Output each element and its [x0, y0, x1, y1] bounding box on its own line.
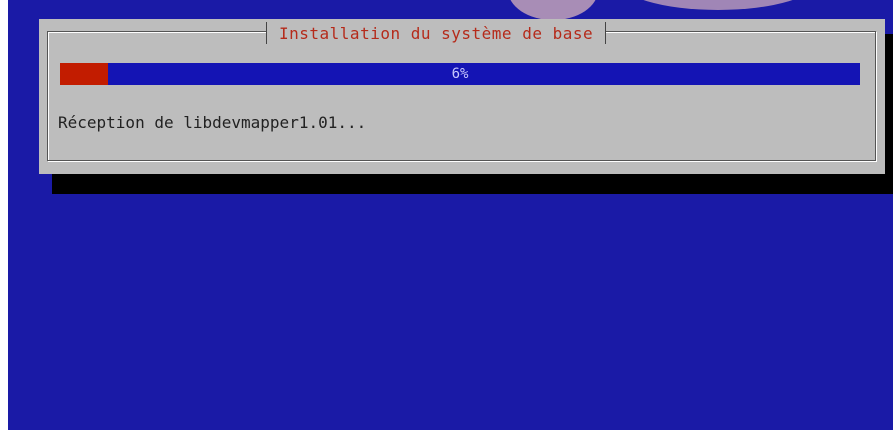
background-artwork [508, 0, 598, 20]
dialog-frame [47, 31, 876, 161]
background-artwork-2 [618, 0, 818, 10]
status-message: Réception de libdevmapper1.01... [58, 113, 367, 132]
dialog-title-box: Installation du système de base [266, 22, 607, 44]
install-dialog: Installation du système de base 6% Récep… [39, 19, 885, 174]
dialog-title: Installation du système de base [279, 23, 594, 43]
progress-label: 6% [451, 66, 469, 82]
installer-screen: Installation du système de base 6% Récep… [8, 0, 893, 430]
progress-bar: 6% [60, 63, 860, 85]
